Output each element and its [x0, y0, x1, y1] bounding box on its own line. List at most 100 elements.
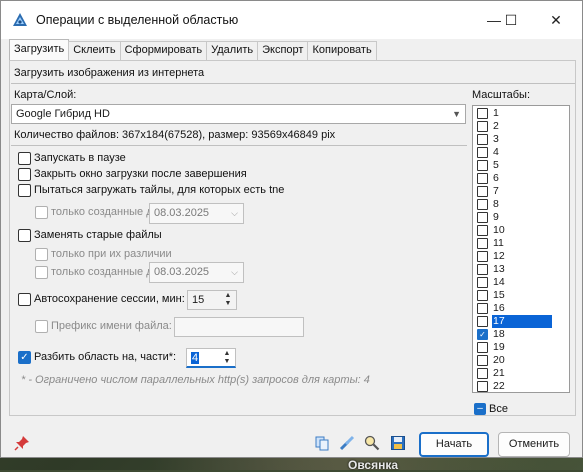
scale-item[interactable]: 6: [473, 172, 569, 185]
scale-label: 6: [493, 172, 499, 184]
scale-checkbox[interactable]: [477, 264, 488, 275]
stepper-arrows-icon[interactable]: ▲ ▼: [222, 350, 232, 366]
scale-checkbox[interactable]: [477, 134, 488, 145]
scale-label: 13: [493, 263, 505, 275]
close-button[interactable]: ✕: [533, 1, 579, 39]
save-icon[interactable]: [390, 435, 406, 451]
scale-item[interactable]: 20: [473, 354, 569, 367]
start-paused-checkbox[interactable]: [18, 152, 31, 165]
start-button[interactable]: Начать: [419, 432, 489, 457]
scale-item[interactable]: 10: [473, 224, 569, 237]
scale-checkbox[interactable]: [477, 147, 488, 158]
scales-list[interactable]: 1 2 3 4 5 6 7 8 9 10 11 12 13 14 15 16 17 ✓ 18 19 20 21 22: [472, 105, 570, 393]
scale-checkbox[interactable]: [477, 212, 488, 223]
scale-label: 14: [493, 276, 505, 288]
tab-export[interactable]: Экспорт: [257, 41, 309, 60]
map-layer-select[interactable]: Google Гибрид HD ▼: [11, 104, 466, 124]
try-tne-checkbox[interactable]: [18, 184, 31, 197]
scale-item[interactable]: 9: [473, 211, 569, 224]
scale-checkbox[interactable]: [477, 303, 488, 314]
scale-checkbox[interactable]: [477, 277, 488, 288]
scale-checkbox[interactable]: [477, 108, 488, 119]
scale-checkbox[interactable]: [477, 225, 488, 236]
scale-item[interactable]: 5: [473, 159, 569, 172]
scale-item[interactable]: 16: [473, 302, 569, 315]
tab-download[interactable]: Загрузить: [9, 39, 70, 60]
pin-icon[interactable]: [14, 435, 30, 451]
prefix-label: Префикс имени файла:: [51, 320, 172, 332]
prefix-input[interactable]: [174, 317, 304, 337]
scale-checkbox[interactable]: ✓: [477, 329, 488, 340]
scale-checkbox[interactable]: [477, 199, 488, 210]
replace-old-checkbox[interactable]: [18, 229, 31, 242]
title-bar[interactable]: Операции с выделенной областью — ☐ ✕: [1, 1, 582, 39]
scale-item[interactable]: 21: [473, 367, 569, 380]
divider: [11, 83, 575, 84]
map-layer-label: Карта/Слой:: [14, 89, 77, 101]
scale-item[interactable]: 17: [473, 315, 569, 328]
scale-checkbox[interactable]: [477, 368, 488, 379]
scale-item[interactable]: 1: [473, 107, 569, 120]
only-created-checkbox-1[interactable]: [35, 206, 48, 219]
only-created-checkbox-2[interactable]: [35, 266, 48, 279]
tab-merge[interactable]: Склеить: [68, 41, 121, 60]
scale-label: 11: [493, 237, 504, 249]
scale-checkbox[interactable]: [477, 381, 488, 392]
scale-item[interactable]: 2: [473, 120, 569, 133]
only-created-label-1: только созданные до: [51, 206, 159, 218]
date-picker-1[interactable]: 08.03.2025 ⌵: [149, 203, 244, 224]
close-after-checkbox[interactable]: [18, 168, 31, 181]
scale-checkbox[interactable]: [477, 173, 488, 184]
scale-label: 22: [493, 380, 505, 392]
selection-operations-dialog: Операции с выделенной областью — ☐ ✕ Заг…: [0, 0, 583, 458]
scale-item[interactable]: 4: [473, 146, 569, 159]
scale-checkbox[interactable]: [477, 251, 488, 262]
stepper-arrows-icon[interactable]: ▲ ▼: [223, 292, 233, 308]
date-picker-2[interactable]: 08.03.2025 ⌵: [149, 262, 244, 283]
scale-checkbox[interactable]: [477, 342, 488, 353]
split-area-checkbox[interactable]: ✓: [18, 351, 31, 364]
scale-checkbox[interactable]: [477, 186, 488, 197]
scale-checkbox[interactable]: [477, 121, 488, 132]
tab-copy[interactable]: Копировать: [307, 41, 377, 60]
scale-item[interactable]: 19: [473, 341, 569, 354]
autosave-minutes-stepper[interactable]: 15 ▲ ▼: [187, 290, 237, 310]
close-icon: ✕: [550, 11, 562, 28]
scale-item[interactable]: 13: [473, 263, 569, 276]
cancel-button[interactable]: Отменить: [498, 432, 570, 457]
scale-checkbox[interactable]: [477, 160, 488, 171]
maximize-button[interactable]: ☐: [488, 1, 534, 39]
scale-label: 5: [493, 159, 499, 171]
scale-item[interactable]: 7: [473, 185, 569, 198]
scale-checkbox[interactable]: [477, 355, 488, 366]
date-value-2: 08.03.2025: [154, 266, 210, 278]
scale-item[interactable]: 11: [473, 237, 569, 250]
map-layer-value: Google Гибрид HD: [16, 108, 110, 120]
prefix-checkbox[interactable]: [35, 320, 48, 333]
scale-checkbox[interactable]: [477, 238, 488, 249]
scale-item[interactable]: 15: [473, 289, 569, 302]
copy-icon[interactable]: [314, 435, 330, 451]
file-count-info: Количество файлов: 367x184(67528), разме…: [14, 129, 336, 141]
autosave-label: Автосохранение сессии, мин:: [34, 293, 185, 305]
tab-delete[interactable]: Удалить: [206, 41, 259, 60]
split-parts-stepper[interactable]: 4 ▲ ▼: [186, 348, 236, 368]
autosave-checkbox[interactable]: [18, 293, 31, 306]
scale-label: 4: [493, 146, 499, 158]
paste-link-icon[interactable]: [339, 435, 355, 451]
scales-label: Масштабы:: [472, 89, 531, 101]
scale-checkbox[interactable]: [477, 290, 488, 301]
scale-item[interactable]: 22: [473, 380, 569, 392]
scale-item[interactable]: 12: [473, 250, 569, 263]
tab-generate[interactable]: Сформировать: [119, 41, 208, 60]
only-diff-checkbox[interactable]: [35, 248, 48, 261]
scale-item[interactable]: ✓ 18: [473, 328, 569, 341]
scale-item[interactable]: 8: [473, 198, 569, 211]
scale-item[interactable]: 14: [473, 276, 569, 289]
scale-item[interactable]: 3: [473, 133, 569, 146]
zoom-icon[interactable]: [364, 435, 380, 451]
scale-checkbox[interactable]: [477, 316, 488, 327]
only-diff-label: только при их различии: [51, 248, 172, 260]
select-all-label: Все: [489, 403, 508, 415]
select-all-checkbox[interactable]: –: [474, 403, 486, 415]
